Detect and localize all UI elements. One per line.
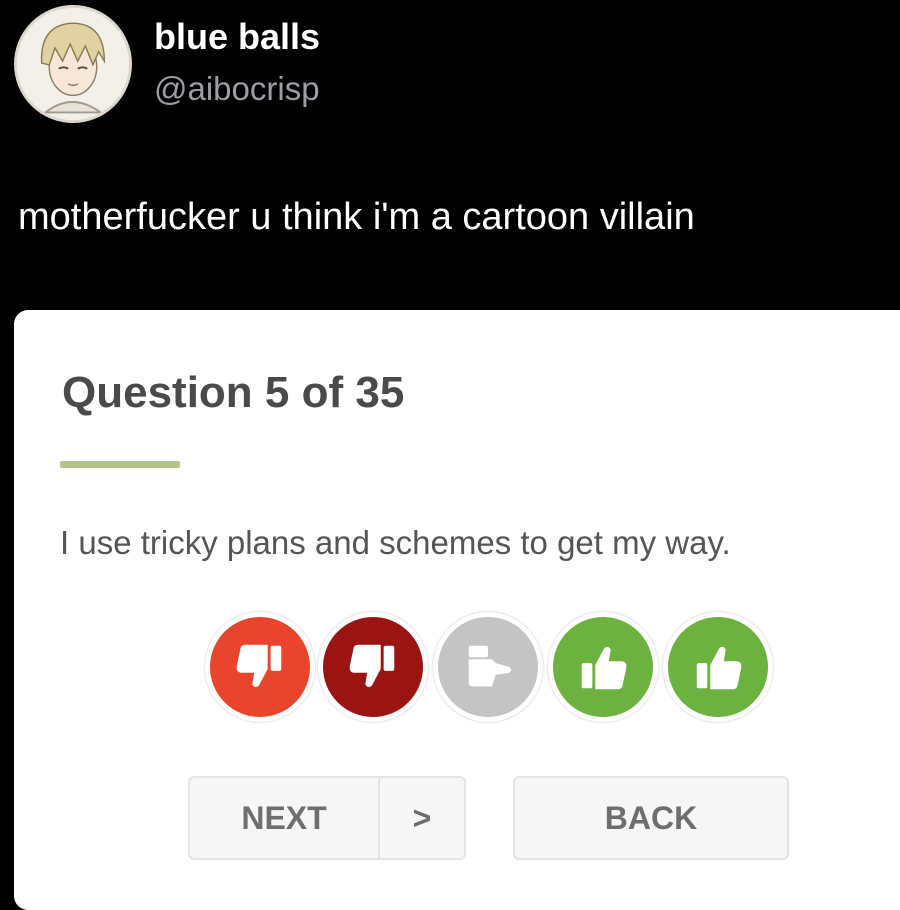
tweet-text: motherfucker u think i'm a cartoon villa… <box>18 196 695 238</box>
display-name[interactable]: blue balls <box>154 16 320 58</box>
user-handle[interactable]: @aibocrisp <box>154 70 320 108</box>
sideways-thumb-icon <box>468 645 512 687</box>
option-agree[interactable] <box>548 612 658 722</box>
question-counter: Question 5 of 35 <box>62 368 405 417</box>
thumbs-up-icon <box>581 646 627 690</box>
option-neutral[interactable] <box>433 612 543 722</box>
question-text: I use tricky plans and schemes to get my… <box>60 524 731 561</box>
next-button[interactable]: NEXT > <box>188 776 466 860</box>
anime-character-avatar-icon <box>17 8 129 120</box>
thumbs-down-icon <box>349 644 395 688</box>
next-button-label: NEXT <box>241 799 327 836</box>
option-disagree[interactable] <box>318 612 428 722</box>
avatar[interactable] <box>14 5 132 123</box>
thumbs-up-icon <box>696 646 742 690</box>
back-button[interactable]: BACK <box>513 776 789 860</box>
accent-divider <box>60 461 180 468</box>
back-button-label: BACK <box>604 799 698 836</box>
option-strongly-disagree[interactable] <box>205 612 315 722</box>
thumbs-down-icon <box>236 644 282 688</box>
option-strongly-agree[interactable] <box>663 612 773 722</box>
chevron-right-icon: > <box>412 799 432 836</box>
